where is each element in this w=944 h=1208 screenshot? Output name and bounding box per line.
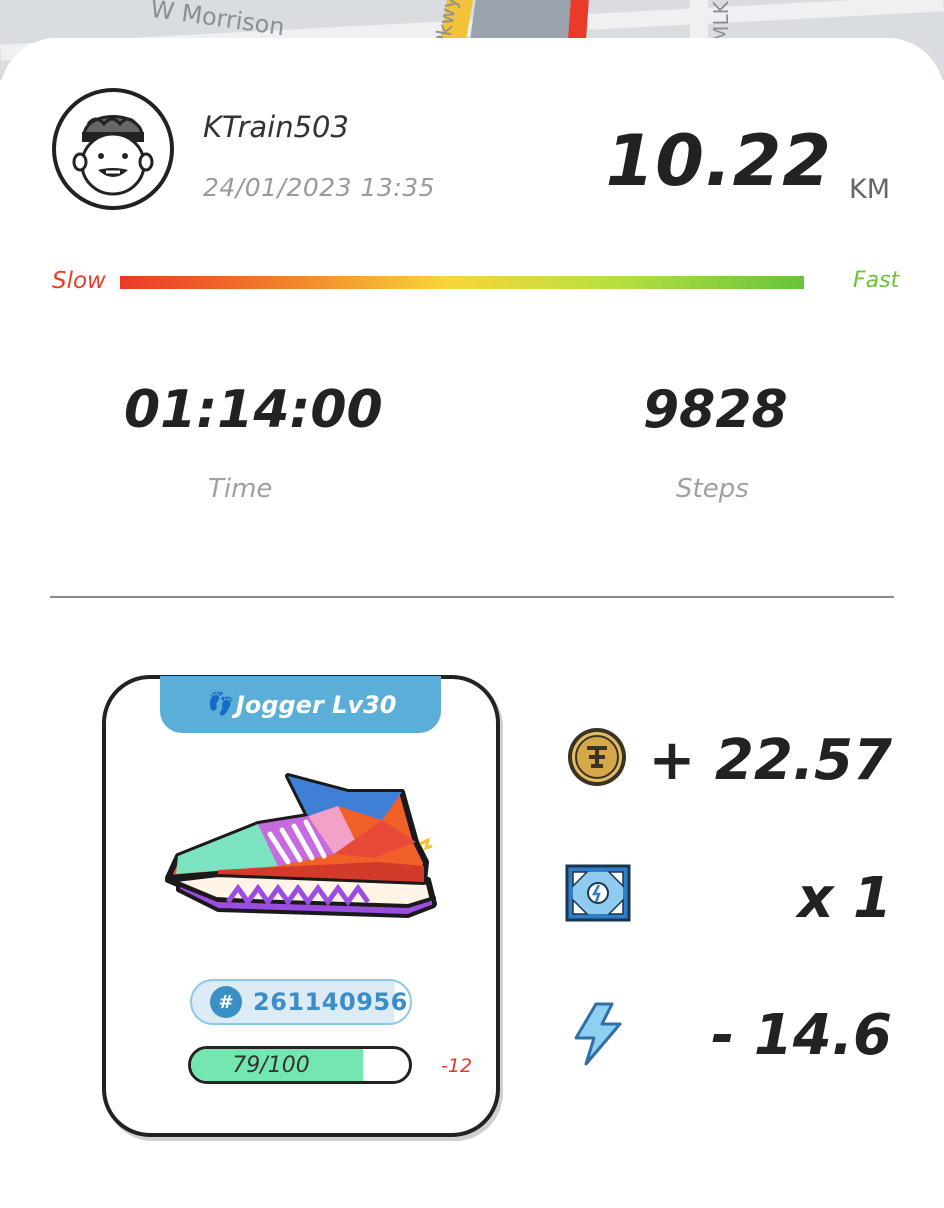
distance-unit: KM [849, 174, 891, 205]
durability-bar: 79/100 [188, 1046, 412, 1084]
map-street-label: MLK [708, 1, 733, 43]
hash-icon: # [210, 986, 242, 1018]
mystery-box-icon [565, 864, 631, 922]
sneaker-image [165, 773, 437, 918]
sneaker-type-level: Jogger Lv30 [235, 690, 397, 719]
distance-value: 10.22 [605, 120, 832, 202]
durability-text: 79/100 [232, 1053, 310, 1078]
speed-fast-label: Fast [853, 268, 900, 293]
sneaker-id-badge[interactable]: # 261140956 [190, 979, 412, 1025]
gst-coin-icon [568, 728, 626, 786]
steps-value: 9828 [643, 380, 788, 440]
time-value: 01:14:00 [124, 380, 383, 440]
username: KTrain503 [203, 110, 349, 144]
energy-change-value: - 14.6 [711, 1003, 892, 1068]
time-label: Time [208, 474, 273, 504]
energy-bolt-icon [574, 1002, 622, 1066]
section-divider [50, 596, 894, 598]
avatar[interactable] [52, 88, 174, 210]
sneaker-type-tab: 👣 Jogger Lv30 [160, 676, 441, 733]
gst-reward-value: + 22.57 [648, 728, 892, 793]
speed-gradient-bar [120, 276, 804, 289]
run-datetime: 24/01/2023 13:35 [203, 173, 436, 202]
steps-label: Steps [676, 474, 749, 504]
footprint-icon: 👣 [204, 692, 232, 717]
durability-change: -12 [441, 1055, 473, 1077]
speed-slow-label: Slow [52, 268, 106, 294]
sneaker-id-number: 261140956 [253, 988, 408, 1016]
avatar-face-icon [72, 115, 154, 196]
box-reward-value: x 1 [797, 866, 892, 931]
